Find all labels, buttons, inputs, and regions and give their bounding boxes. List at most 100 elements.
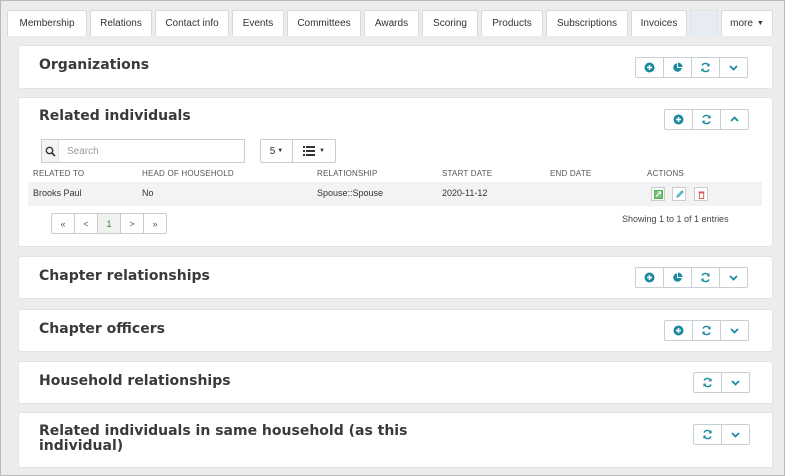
column-header[interactable]: RELATIONSHIP xyxy=(317,169,378,178)
refresh-icon xyxy=(703,429,712,440)
prev-page-button[interactable]: < xyxy=(74,213,98,234)
page-size-select[interactable]: 5 ▼ xyxy=(260,139,293,163)
cell-head-of-household: No xyxy=(142,188,154,198)
tab-scoring[interactable]: Scoring xyxy=(422,10,478,36)
refresh-button[interactable] xyxy=(691,57,720,78)
view-icon xyxy=(653,189,663,199)
delete-button[interactable] xyxy=(694,187,708,201)
caret-down-icon: ▼ xyxy=(756,20,764,27)
panel-title-line: individual) xyxy=(39,438,124,454)
tab-label: Contact info xyxy=(165,18,219,29)
panel-title: Household relationships xyxy=(39,373,231,389)
cell-start-date: 2020-11-12 xyxy=(442,188,488,198)
panel-title: Related individuals in same household (a… xyxy=(39,424,407,454)
tab-relations[interactable]: Relations xyxy=(90,10,152,36)
panel-same-household: Related individuals in same household (a… xyxy=(18,412,773,468)
page-size-value: 5 xyxy=(269,145,276,157)
panel-related-individuals: Related individuals 5▼ ▼ RELATED TO HEAD… xyxy=(18,97,773,247)
caret-down-icon: ▼ xyxy=(277,148,284,154)
tab-label: Relations xyxy=(100,18,142,29)
panel-title: Related individuals xyxy=(39,108,191,124)
tab-products[interactable]: Products xyxy=(481,10,543,36)
page-1-button[interactable]: 1 xyxy=(97,213,121,234)
refresh-button[interactable] xyxy=(692,109,721,130)
add-button[interactable] xyxy=(664,320,693,341)
chevron-down-icon xyxy=(731,432,740,438)
refresh-icon xyxy=(701,62,710,73)
tab-subscriptions[interactable]: Subscriptions xyxy=(546,10,628,36)
view-button[interactable] xyxy=(651,187,665,201)
refresh-button[interactable] xyxy=(692,320,721,341)
tab-label: Subscriptions xyxy=(556,18,618,29)
tab-label: more xyxy=(730,18,753,29)
refresh-icon xyxy=(701,272,710,283)
first-page-button[interactable]: « xyxy=(51,213,75,234)
expand-button[interactable] xyxy=(719,267,748,288)
next-page-button[interactable]: > xyxy=(120,213,144,234)
tab-events[interactable]: Events xyxy=(232,10,284,36)
column-header[interactable]: START DATE xyxy=(442,169,492,178)
columns-button[interactable]: ▼ xyxy=(292,139,336,163)
tab-contact-info[interactable]: Contact info xyxy=(155,10,229,36)
column-header[interactable]: RELATED TO xyxy=(33,169,84,178)
tab-committees[interactable]: Committees xyxy=(287,10,361,36)
search-input[interactable] xyxy=(59,145,239,157)
panel-actions xyxy=(693,424,750,445)
tab-more-dropdown[interactable]: more ▼ xyxy=(721,10,773,36)
chevron-down-icon xyxy=(731,380,740,386)
panel-actions xyxy=(664,109,749,130)
panel-chapter-officers: Chapter officers xyxy=(18,309,773,352)
panel-organizations: Organizations xyxy=(18,45,773,89)
refresh-button[interactable] xyxy=(693,424,722,445)
tab-label: Scoring xyxy=(433,18,467,29)
chevron-down-icon xyxy=(729,275,738,281)
plus-circle-icon xyxy=(673,114,684,125)
column-header[interactable]: END DATE xyxy=(550,169,591,178)
edit-button[interactable] xyxy=(672,187,686,201)
chevron-down-icon xyxy=(730,328,739,334)
pie-chart-icon xyxy=(673,62,683,72)
tab-bar: Membership Relations Contact info Events… xyxy=(7,10,773,36)
chart-button[interactable] xyxy=(663,267,692,288)
add-button[interactable] xyxy=(635,57,664,78)
expand-button[interactable] xyxy=(720,320,749,341)
plus-circle-icon xyxy=(644,62,655,73)
tab-label: Committees xyxy=(297,18,351,29)
search-field xyxy=(41,139,245,163)
panel-household-relationships: Household relationships xyxy=(18,361,773,404)
tab-label: Awards xyxy=(374,18,409,29)
panel-title: Chapter relationships xyxy=(39,268,210,284)
refresh-button[interactable] xyxy=(691,267,720,288)
expand-button[interactable] xyxy=(721,372,750,393)
column-header: ACTIONS xyxy=(647,169,684,178)
panel-actions xyxy=(635,57,748,78)
table-info: Showing 1 to 1 of 1 entries xyxy=(622,214,729,224)
caret-down-icon: ▼ xyxy=(319,148,325,154)
expand-button[interactable] xyxy=(719,57,748,78)
tab-label: Events xyxy=(242,18,274,29)
search-icon xyxy=(42,140,59,162)
panel-title: Organizations xyxy=(39,57,150,73)
table-controls: 5 ▼ ▼ xyxy=(260,139,336,163)
tab-membership[interactable]: Membership xyxy=(7,10,87,36)
tab-invoices[interactable]: Invoices xyxy=(631,10,687,36)
add-button[interactable] xyxy=(664,109,693,130)
refresh-icon xyxy=(702,114,711,125)
chart-button[interactable] xyxy=(663,57,692,78)
collapse-button[interactable] xyxy=(720,109,749,130)
last-page-button[interactable]: » xyxy=(143,213,167,234)
column-header[interactable]: HEAD OF HOUSEHOLD xyxy=(142,169,234,178)
panel-actions xyxy=(693,372,750,393)
chevron-down-icon xyxy=(729,65,738,71)
add-button[interactable] xyxy=(635,267,664,288)
panel-title: Chapter officers xyxy=(39,321,165,337)
panel-actions xyxy=(664,320,749,341)
tab-awards[interactable]: Awards xyxy=(364,10,419,36)
tab-blank[interactable] xyxy=(690,10,718,36)
expand-button[interactable] xyxy=(721,424,750,445)
pagination: « < 1 > » xyxy=(51,213,167,234)
refresh-button[interactable] xyxy=(693,372,722,393)
pie-chart-icon xyxy=(673,272,683,282)
plus-circle-icon xyxy=(644,272,655,283)
tab-label: Membership xyxy=(19,18,75,29)
